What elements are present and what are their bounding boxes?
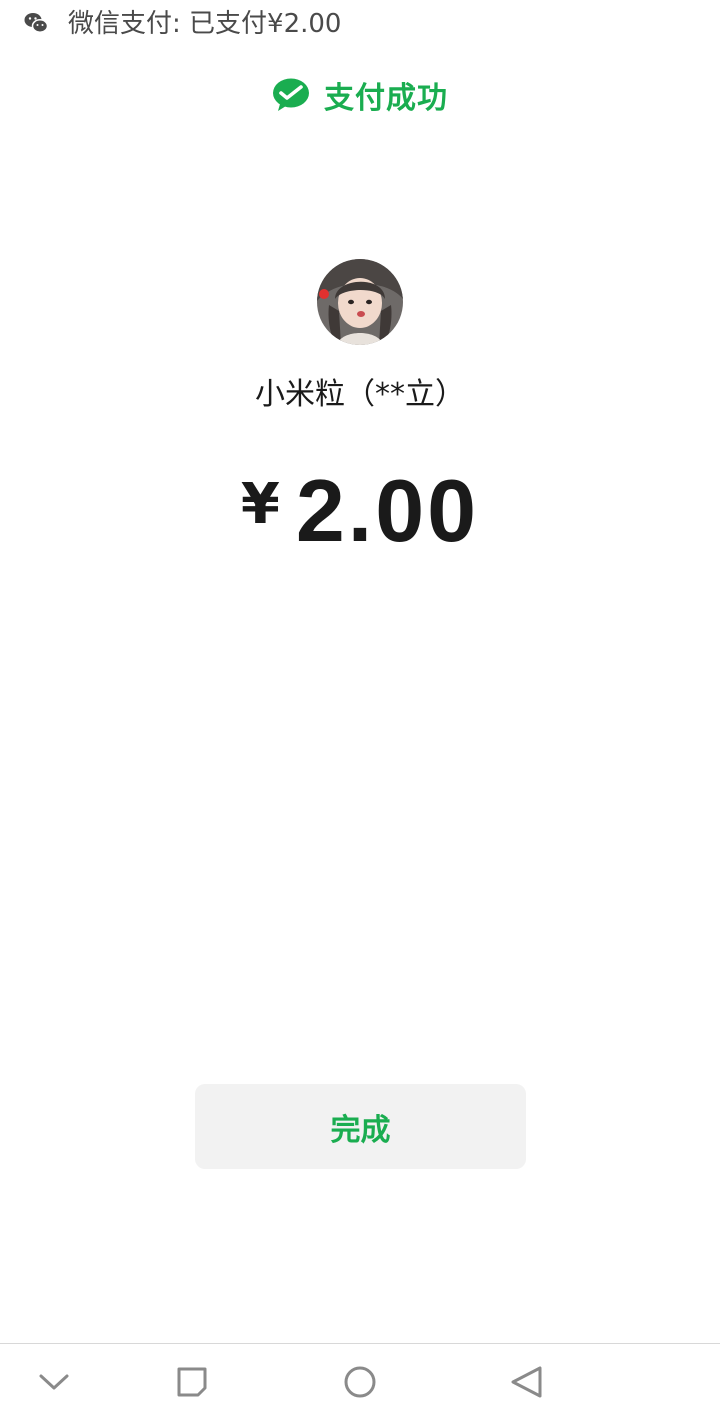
amount-value: 2.00 (295, 461, 480, 560)
payment-success-header: 支付成功 (0, 74, 720, 116)
currency-symbol: ¥ (240, 472, 280, 537)
done-button[interactable]: 完成 (195, 1084, 526, 1169)
payment-amount: ¥ 2.00 (0, 460, 720, 560)
square-icon[interactable] (172, 1362, 212, 1402)
notification-bar: 微信支付: 已支付¥2.00 (0, 0, 720, 48)
system-navigation-bar (0, 1343, 720, 1412)
circle-icon[interactable] (340, 1362, 380, 1402)
payment-success-title: 支付成功 (324, 81, 448, 116)
triangle-back-icon[interactable] (506, 1362, 546, 1402)
wechat-icon (24, 12, 49, 34)
payee-name: 小米粒（**立） (255, 377, 465, 412)
notification-text: 微信支付: 已支付¥2.00 (68, 9, 342, 39)
wechat-pay-check-icon (272, 78, 310, 112)
chevron-down-icon[interactable] (34, 1362, 74, 1402)
avatar (317, 259, 403, 345)
